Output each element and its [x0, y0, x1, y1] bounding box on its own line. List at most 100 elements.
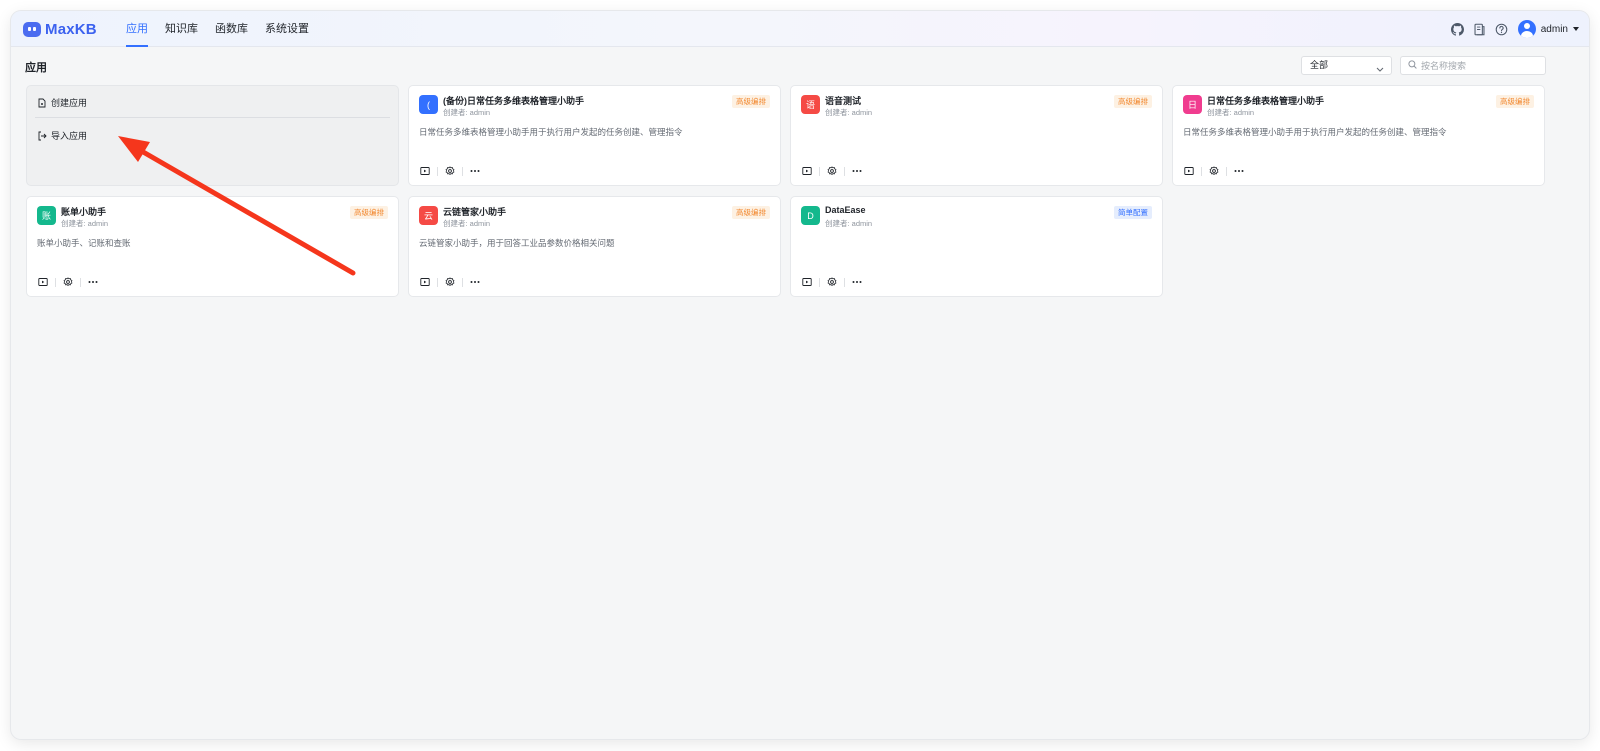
help-icon[interactable]	[1495, 23, 1508, 36]
card-actions	[419, 276, 481, 288]
gear-icon[interactable]	[1208, 165, 1220, 177]
app-description: 日常任务多维表格管理小助手用于执行用户发起的任务创建、管理指令	[1183, 127, 1447, 137]
top-navigation-bar: MaxKB 应用 知识库 函数库 系统设置 admin	[11, 11, 1589, 47]
app-avatar: 云	[419, 206, 438, 225]
app-type-tag: 高级编排	[350, 206, 388, 219]
user-name[interactable]: admin	[1541, 24, 1568, 35]
nav-tab-applications[interactable]: 应用	[126, 11, 148, 47]
app-description: 云链管家小助手，用于回答工业品参数价格相关问题	[419, 238, 615, 248]
app-type-tag: 高级编排	[1114, 95, 1152, 108]
page-title: 应用	[25, 62, 47, 74]
card-actions	[1183, 165, 1245, 177]
separator	[1201, 166, 1202, 176]
app-avatar: 账	[37, 206, 56, 225]
demo-icon[interactable]	[37, 276, 49, 288]
import-app-label: 导入应用	[51, 131, 88, 141]
divider	[35, 117, 390, 118]
app-type-tag: 高级编排	[732, 95, 770, 108]
caret-down-icon[interactable]	[1573, 27, 1579, 31]
app-type-tag: 简单配置	[1114, 206, 1152, 219]
card-actions	[419, 165, 481, 177]
nav-tab-function-library[interactable]: 函数库	[215, 11, 248, 47]
app-card[interactable]: D DataEase 创建者: admin 简单配置	[790, 196, 1163, 297]
card-actions	[801, 276, 863, 288]
app-creator: 创建者: admin	[1207, 108, 1255, 117]
create-app-button[interactable]: 创建应用	[37, 96, 87, 109]
app-type-tag: 高级编排	[1496, 95, 1534, 108]
app-window: MaxKB 应用 知识库 函数库 系统设置 admin 应用 全部 按名称搜索 …	[11, 11, 1589, 739]
separator	[462, 166, 463, 176]
separator	[844, 277, 845, 287]
demo-icon[interactable]	[801, 276, 813, 288]
app-avatar: D	[801, 206, 820, 225]
app-creator: 创建者: admin	[825, 108, 873, 117]
app-name: 语音测试	[825, 96, 862, 106]
app-type-tag: 高级编排	[732, 206, 770, 219]
demo-icon[interactable]	[419, 165, 431, 177]
app-description: 日常任务多维表格管理小助手用于执行用户发起的任务创建、管理指令	[419, 127, 683, 137]
separator	[80, 277, 81, 287]
app-card[interactable]: 云 云链管家小助手 创建者: admin 高级编排 云链管家小助手，用于回答工业…	[408, 196, 781, 297]
chevron-down-icon	[1376, 62, 1384, 79]
app-description: 账单小助手、记账和查账	[37, 238, 131, 248]
more-icon[interactable]	[469, 276, 481, 288]
separator	[844, 166, 845, 176]
github-icon[interactable]	[1450, 22, 1464, 36]
more-icon[interactable]	[851, 165, 863, 177]
demo-icon[interactable]	[801, 165, 813, 177]
app-creator: 创建者: admin	[61, 219, 109, 228]
book-icon[interactable]	[1473, 23, 1486, 36]
separator	[462, 277, 463, 287]
card-actions	[37, 276, 99, 288]
app-card[interactable]: 日 日常任务多维表格管理小助手 创建者: admin 高级编排 日常任务多维表格…	[1172, 85, 1545, 186]
separator	[819, 277, 820, 287]
create-app-label: 创建应用	[51, 98, 88, 108]
app-name: 云链管家小助手	[443, 207, 507, 217]
import-icon	[38, 131, 47, 140]
search-input[interactable]	[1421, 60, 1541, 71]
card-actions	[801, 165, 863, 177]
demo-icon[interactable]	[1183, 165, 1195, 177]
import-app-button[interactable]: 导入应用	[37, 129, 87, 142]
separator	[819, 166, 820, 176]
gear-icon[interactable]	[62, 276, 74, 288]
nav-tab-knowledge-base[interactable]: 知识库	[165, 11, 198, 47]
more-icon[interactable]	[87, 276, 99, 288]
app-avatar: 语	[801, 95, 820, 114]
app-creator: 创建者: admin	[443, 108, 491, 117]
app-card[interactable]: 语 语音测试 创建者: admin 高级编排	[790, 85, 1163, 186]
app-avatar: 日	[1183, 95, 1202, 114]
app-card[interactable]: ( (备份)日常任务多维表格管理小助手 创建者: admin 高级编排 日常任务…	[408, 85, 781, 186]
header-actions: admin	[1442, 11, 1579, 47]
app-name: 日常任务多维表格管理小助手	[1207, 96, 1325, 106]
search-icon	[1408, 60, 1417, 71]
more-icon[interactable]	[1233, 165, 1245, 177]
app-avatar: (	[419, 95, 438, 114]
app-name: 账单小助手	[61, 207, 107, 217]
app-creator: 创建者: admin	[443, 219, 491, 228]
more-icon[interactable]	[469, 165, 481, 177]
app-card[interactable]: 账 账单小助手 创建者: admin 高级编排 账单小助手、记账和查账	[26, 196, 399, 297]
gear-icon[interactable]	[826, 276, 838, 288]
separator	[437, 277, 438, 287]
gear-icon[interactable]	[444, 276, 456, 288]
maxkb-logo[interactable]: MaxKB	[23, 20, 97, 38]
new-file-icon	[38, 98, 46, 107]
demo-icon[interactable]	[419, 276, 431, 288]
separator	[1226, 166, 1227, 176]
maxkb-logo-icon	[23, 21, 41, 37]
separator	[55, 277, 56, 287]
user-avatar[interactable]	[1517, 20, 1536, 38]
brand-name: MaxKB	[45, 20, 97, 38]
separator	[437, 166, 438, 176]
create-app-card: 创建应用 导入应用	[26, 85, 399, 186]
gear-icon[interactable]	[826, 165, 838, 177]
filter-select[interactable]: 全部	[1301, 56, 1392, 75]
nav-tab-system-settings[interactable]: 系统设置	[265, 11, 309, 47]
main-nav: 应用 知识库 函数库 系统设置	[126, 11, 326, 47]
app-name: (备份)日常任务多维表格管理小助手	[443, 96, 584, 106]
filter-selected-value: 全部	[1310, 60, 1329, 70]
more-icon[interactable]	[851, 276, 863, 288]
gear-icon[interactable]	[444, 165, 456, 177]
search-box[interactable]	[1400, 56, 1546, 75]
